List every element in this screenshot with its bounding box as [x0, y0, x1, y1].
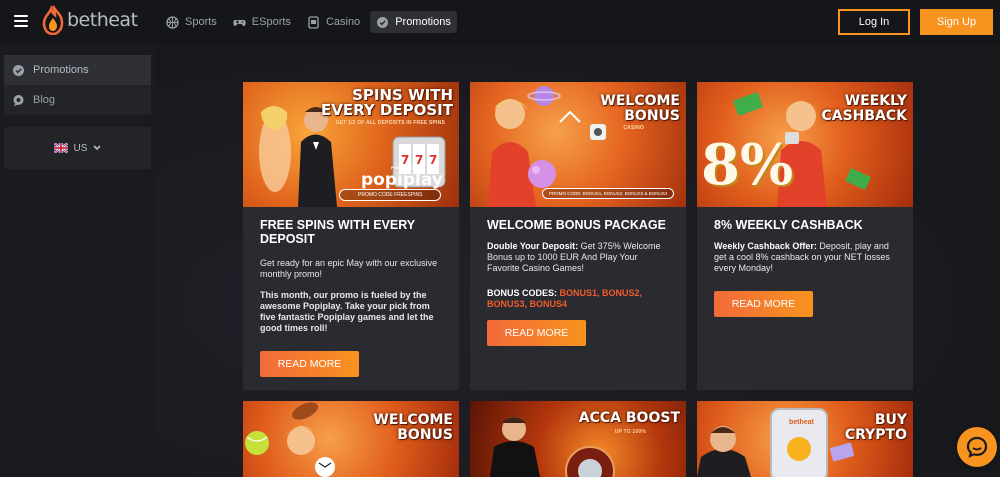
popiplay-logo: popiplay [361, 170, 443, 190]
banner-title: WELCOME BONUS [600, 93, 680, 124]
promo-banner[interactable]: WELCOME BONUS CASINO PROMO CODE: BONUS1, … [470, 82, 686, 207]
badge-check-icon [13, 64, 24, 76]
promo-card-acca-boost: ACCA BOOST UP TO 100% [470, 401, 686, 477]
nav-sports[interactable]: Sports [160, 11, 223, 33]
signup-button[interactable]: Sign Up [920, 9, 993, 35]
nav-esports[interactable]: ESports [227, 11, 297, 33]
promo-code-pill: PROMO CODE FREESPINS [339, 189, 442, 201]
promo-banner[interactable]: ACCA BOOST UP TO 100% [470, 401, 686, 477]
language-label: US [73, 142, 88, 154]
nav-label: Casino [325, 16, 361, 28]
nav-label: Promotions [395, 16, 451, 28]
sidebar-item-promotions[interactable]: Promotions [4, 55, 151, 85]
nav-promotions[interactable]: Promotions [370, 11, 457, 33]
read-more-button[interactable]: READ MORE [714, 291, 813, 317]
card-title: FREE SPINS WITH EVERY DEPOSIT [260, 218, 415, 246]
sidebar-item-label: Blog [33, 94, 56, 106]
live-chat-button[interactable] [957, 427, 997, 467]
brand-logo[interactable]: betheat [42, 5, 138, 35]
nav-label: ESports [251, 16, 291, 28]
mini-brand-logo: betheat [789, 419, 814, 426]
banner-subtitle: UP TO 100% [614, 429, 646, 435]
promo-card-free-spins: 7 7 7 SPINS WITH EVERY DEPOSIT GET 1/2 OF… [243, 82, 459, 390]
login-button[interactable]: Log In [838, 9, 910, 35]
nav-label: Sports [185, 16, 217, 28]
promo-banner[interactable]: 8% WEEKLY CASHBACK [697, 82, 913, 207]
promo-banner[interactable]: WELCOME BONUS [243, 401, 459, 477]
banner-subtitle: CASINO [623, 125, 644, 131]
badge-check-icon [377, 16, 389, 28]
nav-casino[interactable]: Casino [301, 11, 366, 33]
promo-card-weekly-cashback: 8% WEEKLY CASHBACK 8% WEEKLY CASHBACK Wee… [697, 82, 913, 390]
gamepad-icon [233, 19, 246, 26]
chat-bubble-icon [13, 94, 24, 106]
promo-card-welcome-bonus: WELCOME BONUS CASINO PROMO CODE: BONUS1, … [470, 82, 686, 390]
promo-card-welcome-bonus-sport: WELCOME BONUS [243, 401, 459, 477]
promo-banner[interactable]: 7 7 7 SPINS WITH EVERY DEPOSIT GET 1/2 OF… [243, 82, 459, 207]
language-selector[interactable]: US [4, 127, 151, 169]
card-text: Get ready for an epic May with our exclu… [260, 258, 438, 279]
menu-icon[interactable] [14, 15, 28, 27]
banner-title: SPINS WITH EVERY DEPOSIT [321, 86, 453, 119]
card-text-bold: This month, our promo is fueled by the a… [260, 290, 434, 333]
bonus-codes-label: BONUS CODES: [487, 288, 560, 298]
card-title: WELCOME BONUS PACKAGE [487, 218, 666, 232]
banner-big-text: 8% [701, 132, 794, 198]
banner-title: ACCA BOOST [578, 410, 680, 426]
card-lead: Weekly Cashback Offer: [714, 241, 817, 251]
card-text: Double Your Deposit: Get 375% Welcome Bo… [487, 241, 670, 274]
promo-card-buy-crypto: betheat BUY CRYPTO [697, 401, 913, 477]
banner-subtitle: GET 1/2 OF ALL DEPOSITS IN FREE SPINS [335, 120, 445, 126]
brand-name: betheat [67, 9, 138, 31]
svg-text:7: 7 [429, 153, 437, 167]
sidebar-item-label: Promotions [33, 64, 89, 76]
bonus-codes: BONUS CODES: BONUS1, BONUS2, BONUS3, BON… [487, 288, 670, 310]
slot-card-icon [308, 15, 319, 29]
card-text: Weekly Cashback Offer: Deposit, play and… [714, 241, 897, 274]
banner-title: BUY CRYPTO [844, 412, 907, 443]
chat-icon [966, 436, 988, 458]
promo-code-pill: PROMO CODE: BONUS1, BONUS2, BONUS3 & BON… [542, 188, 675, 199]
card-title: 8% WEEKLY CASHBACK [714, 218, 863, 232]
card-lead: Double Your Deposit: [487, 241, 579, 251]
sidebar: Promotions Blog US [4, 55, 151, 169]
top-bar: betheat Sports ESports Casino Promotions… [0, 0, 1000, 44]
read-more-button[interactable]: READ MORE [260, 351, 359, 377]
banner-title: WEEKLY CASHBACK [821, 93, 907, 124]
banner-title: WELCOME BONUS [373, 412, 453, 443]
sidebar-item-blog[interactable]: Blog [4, 85, 151, 115]
flame-icon [42, 5, 64, 35]
top-nav: Sports ESports Casino Promotions [160, 11, 457, 33]
basketball-icon [166, 15, 179, 29]
promo-banner[interactable]: betheat BUY CRYPTO [697, 401, 913, 477]
uk-flag-icon [53, 143, 68, 153]
chevron-down-icon [93, 145, 102, 151]
read-more-button[interactable]: READ MORE [487, 320, 586, 346]
